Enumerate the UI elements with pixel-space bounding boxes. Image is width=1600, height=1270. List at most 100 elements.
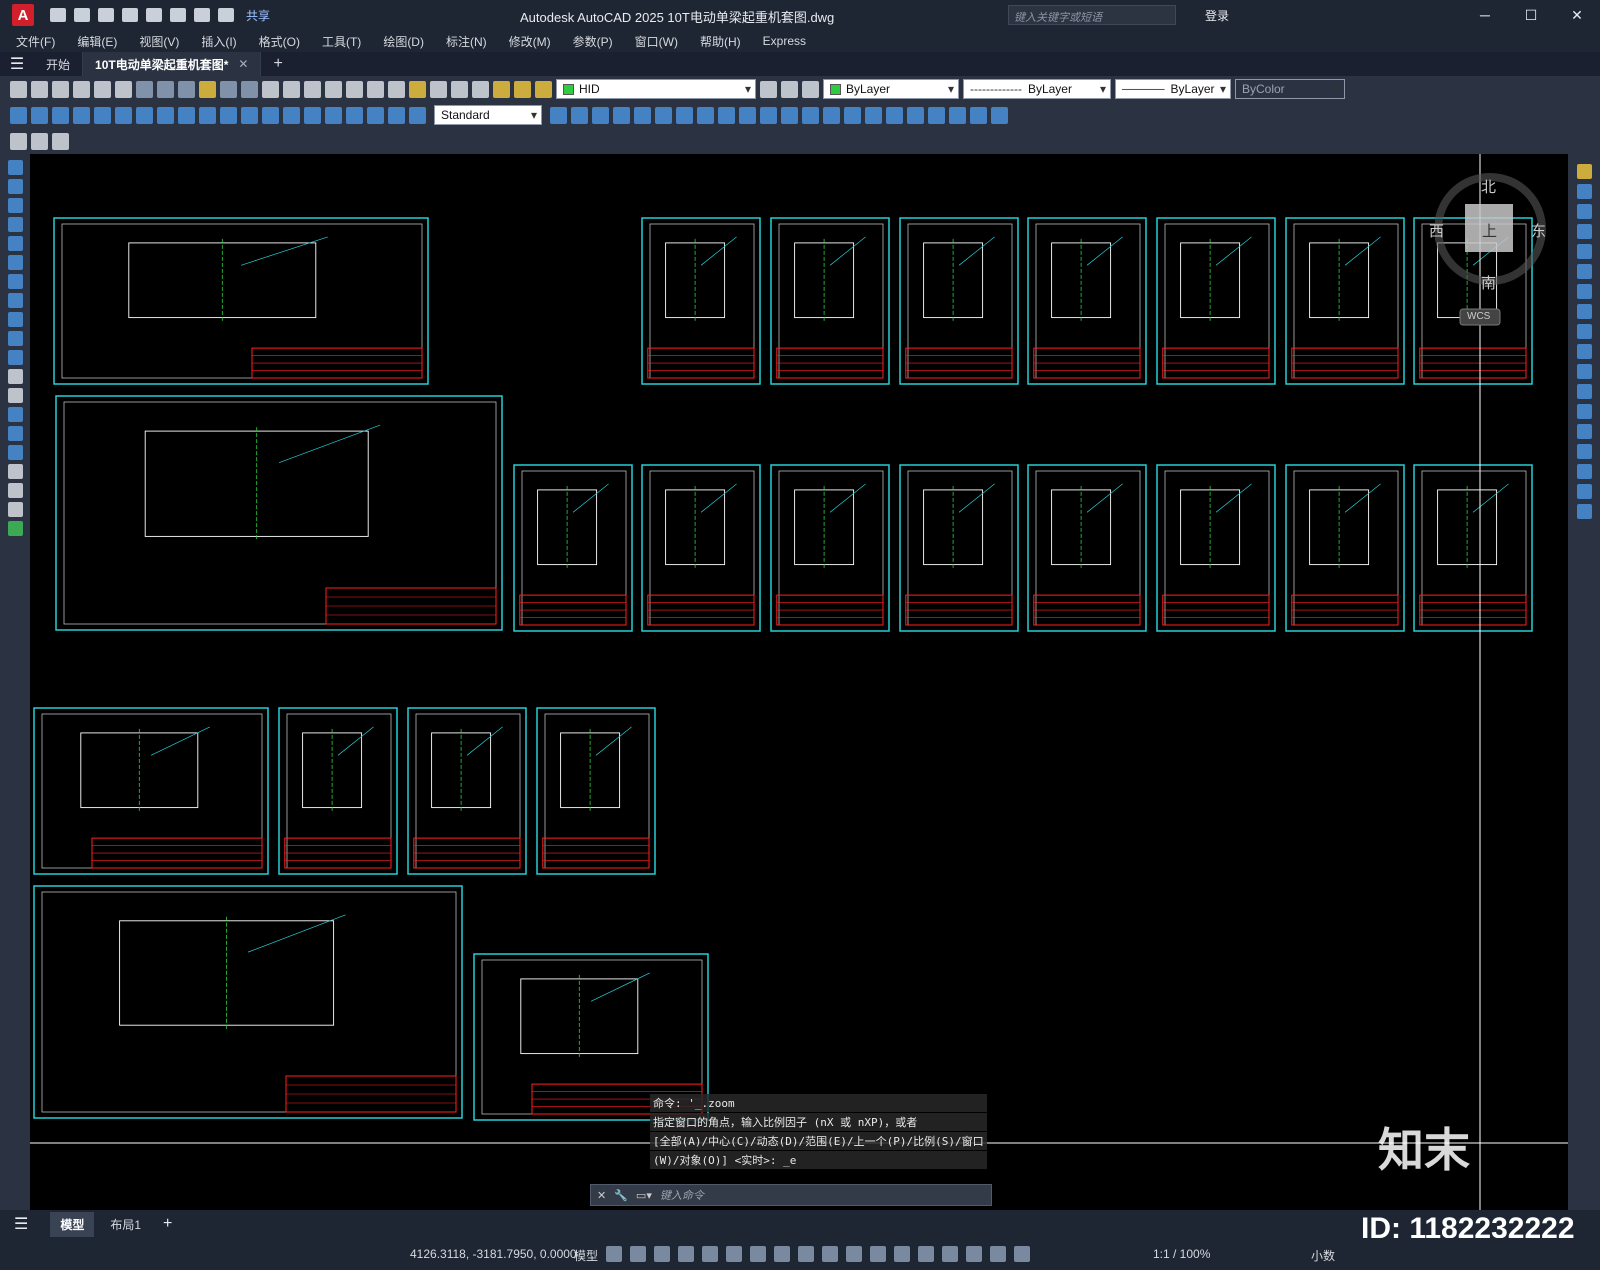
menu-modify[interactable]: 修改(M) [509, 33, 551, 50]
revision-cloud-icon[interactable] [7, 293, 23, 308]
dim-break-icon[interactable] [262, 106, 279, 124]
lock-icon[interactable] [535, 80, 552, 98]
lineweight-dropdown[interactable]: ───── ByLayer [1115, 79, 1231, 99]
offset-icon[interactable] [1576, 224, 1592, 239]
viewcube-north[interactable]: 北 [1481, 176, 1496, 197]
tab-start[interactable]: 开始 [34, 52, 84, 76]
layer-state-icon[interactable] [802, 80, 819, 98]
mirror3d-icon[interactable] [991, 106, 1008, 124]
dimstyle-icon[interactable] [550, 106, 567, 124]
center-mark-icon[interactable] [304, 106, 321, 124]
wcs-button[interactable]: WCS [1467, 311, 1490, 322]
sphere-icon[interactable] [634, 106, 651, 124]
torus-icon[interactable] [676, 106, 693, 124]
annotation-scale-icon[interactable] [1014, 1246, 1030, 1262]
redo-icon[interactable] [241, 80, 258, 98]
polygon-icon[interactable] [7, 217, 23, 232]
break-point-icon[interactable] [1576, 384, 1592, 399]
command-prompt-icon[interactable]: ▭▾ [636, 1189, 652, 1202]
copy-icon[interactable] [157, 80, 174, 98]
menu-draw[interactable]: 绘图(D) [383, 33, 424, 50]
sheetset-icon[interactable] [409, 80, 426, 98]
join-icon[interactable] [1576, 424, 1592, 439]
3d-osnap-icon[interactable] [870, 1246, 886, 1262]
viewcube[interactable]: 北 南 东 西 上 WCS [1429, 164, 1565, 344]
layer-properties-icon[interactable] [472, 80, 489, 98]
tolerance-icon[interactable] [283, 106, 300, 124]
dim-edit-icon[interactable] [367, 106, 384, 124]
menu-view[interactable]: 视图(V) [139, 33, 179, 50]
minimize-icon[interactable]: ─ [1462, 0, 1508, 30]
print-icon[interactable] [170, 8, 186, 22]
send-back-icon[interactable] [31, 132, 48, 150]
move-icon[interactable] [1576, 264, 1592, 279]
move3d-icon[interactable] [907, 106, 924, 124]
add-selected-icon[interactable] [7, 521, 23, 536]
transparency-icon[interactable] [822, 1246, 838, 1262]
undo-icon[interactable] [194, 8, 210, 22]
paste-icon[interactable] [178, 80, 195, 98]
dimstyle-dropdown[interactable]: Standard [434, 105, 542, 125]
array3d-icon[interactable] [970, 106, 987, 124]
zoom-window-icon[interactable] [304, 80, 321, 98]
close-command-icon[interactable]: ✕ [597, 1189, 606, 1202]
coordinate-readout[interactable]: 4126.3118, -3181.7950, 0.0000 [410, 1247, 577, 1261]
line-icon[interactable] [7, 160, 23, 175]
dim-continue-icon[interactable] [220, 106, 237, 124]
menu-format[interactable]: 格式(O) [259, 33, 300, 50]
hatch-icon[interactable] [7, 426, 23, 441]
menu-parametric[interactable]: 参数(P) [573, 33, 613, 50]
gradient-icon[interactable] [7, 445, 23, 460]
dim-linear-icon[interactable] [10, 106, 27, 124]
viewcube-east[interactable]: 东 [1531, 220, 1546, 241]
login-button[interactable]: 登录 [1205, 7, 1229, 24]
layer-dropdown[interactable]: HID [556, 79, 756, 99]
cone-icon[interactable] [613, 106, 630, 124]
color-dropdown[interactable]: ByLayer [823, 79, 959, 99]
help-search-input[interactable]: 键入关键字或短语 [1008, 5, 1176, 25]
osnap-icon[interactable] [774, 1246, 790, 1262]
designcenter-icon[interactable] [367, 80, 384, 98]
layer-previous-icon[interactable] [781, 80, 798, 98]
dynamic-ucs-icon[interactable] [894, 1246, 910, 1262]
isodraft-icon[interactable] [726, 1246, 742, 1262]
autoscale-icon[interactable] [990, 1246, 1006, 1262]
menu-insert[interactable]: 插入(I) [201, 33, 236, 50]
inspection-icon[interactable] [325, 106, 342, 124]
viewcube-top-face[interactable]: 上 [1482, 220, 1497, 241]
sun-icon[interactable] [514, 80, 531, 98]
open-icon[interactable] [31, 80, 48, 98]
close-icon[interactable]: ✕ [1554, 0, 1600, 30]
lineweight-icon[interactable] [798, 1246, 814, 1262]
linetype-dropdown[interactable]: ------------- ByLayer [963, 79, 1111, 99]
array-icon[interactable] [1576, 244, 1592, 259]
fillet-icon[interactable] [1576, 464, 1592, 479]
pyramid-icon[interactable] [697, 106, 714, 124]
save-icon[interactable] [52, 80, 69, 98]
publish-icon[interactable] [146, 8, 162, 22]
new-icon[interactable] [50, 8, 66, 22]
dim-radius-icon[interactable] [94, 106, 111, 124]
explode-icon[interactable] [1576, 504, 1592, 519]
menu-edit[interactable]: 编辑(E) [77, 33, 117, 50]
annotation-visibility-icon[interactable] [966, 1246, 982, 1262]
plotstyle-dropdown[interactable]: ByColor [1235, 79, 1345, 99]
cylinder-icon[interactable] [655, 106, 672, 124]
polyline-icon[interactable] [7, 198, 23, 213]
redo-icon[interactable] [218, 8, 234, 22]
menu-window[interactable]: 窗口(W) [635, 33, 678, 50]
model-space-canvas[interactable]: 北 南 东 西 上 WCS 命令: '_.zoom 指定窗口的角点，输入比例因子… [30, 154, 1568, 1210]
point-icon[interactable] [7, 407, 23, 422]
dim-diameter-icon[interactable] [136, 106, 153, 124]
help-icon[interactable] [451, 80, 468, 98]
share-button[interactable]: 共享 [246, 7, 270, 24]
mtext-icon[interactable] [7, 502, 23, 517]
pan-icon[interactable] [262, 80, 279, 98]
dim-space-icon[interactable] [241, 106, 258, 124]
dim-text-edit-icon[interactable] [388, 106, 405, 124]
dim-aligned-icon[interactable] [31, 106, 48, 124]
mirror-icon[interactable] [1576, 204, 1592, 219]
tab-model[interactable]: 模型 [50, 1211, 95, 1237]
make-current-layer-icon[interactable] [760, 80, 777, 98]
maximize-icon[interactable]: ☐ [1508, 0, 1554, 30]
